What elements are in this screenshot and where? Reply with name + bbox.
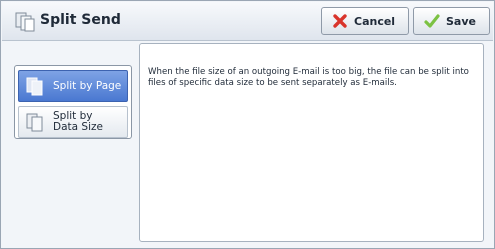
cancel-button[interactable]: Cancel [321,7,409,35]
split-send-icon [15,12,35,32]
data-size-split-icon [26,113,43,132]
save-button-label: Save [446,14,476,28]
option-split-by-data-size-label: Split by Data Size [53,110,103,133]
split-send-screen: Split Send Cancel Save Split by Page Spl… [0,0,495,249]
page-split-icon [26,77,43,96]
cancel-x-icon [333,14,347,28]
checkmark-icon [424,14,440,28]
option-split-by-data-size[interactable]: Split by Data Size [18,106,128,138]
header-bar: Split Send Cancel Save [2,2,493,41]
cancel-button-label: Cancel [354,14,396,28]
description-panel: When the file size of an outgoing E-mail… [139,43,484,242]
option-split-by-page[interactable]: Split by Page [18,70,128,102]
option-split-by-page-label: Split by Page [53,79,122,92]
save-button[interactable]: Save [413,7,490,35]
page-title: Split Send [40,12,121,28]
description-text: When the file size of an outgoing E-mail… [148,67,469,88]
split-options-panel: Split by Page Split by Data Size [14,65,132,139]
